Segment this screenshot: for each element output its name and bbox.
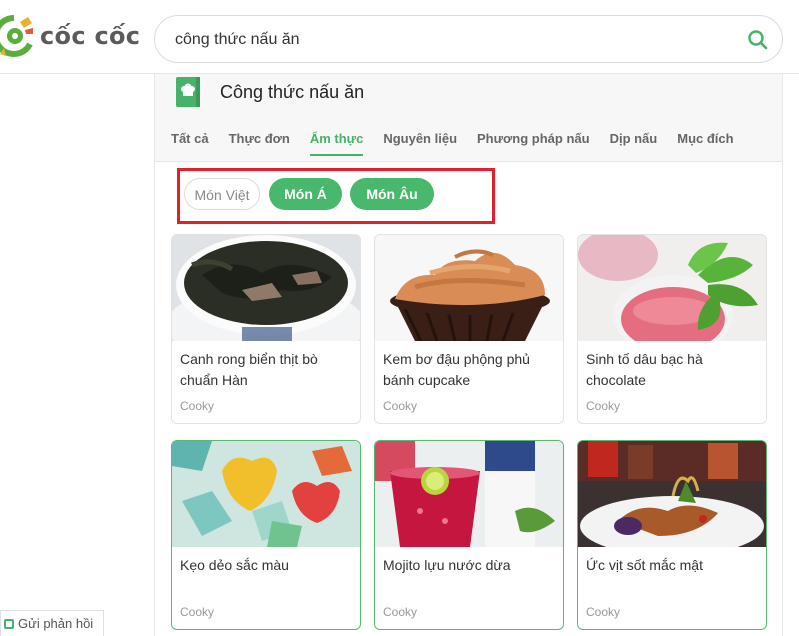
tab-purpose[interactable]: Mục đích xyxy=(677,130,733,156)
recipe-image xyxy=(172,441,360,547)
recipe-title: Sinh tố dâu bạc hà chocolate xyxy=(586,351,703,388)
recipe-title: Kem bơ đậu phộng phủ bánh cupcake xyxy=(383,351,530,388)
recipe-source: Cooky xyxy=(383,399,418,413)
top-bar: cốc cốc xyxy=(0,0,799,74)
panel-header: Công thức nấu ăn Tất cả Thực đơn Ẩm thực… xyxy=(155,74,782,162)
recipe-source: Cooky xyxy=(586,399,621,413)
recipe-image xyxy=(375,441,563,547)
recipe-source: Cooky xyxy=(383,605,418,619)
recipe-source: Cooky xyxy=(586,605,621,619)
chip-vietnamese-food[interactable]: Món Việt xyxy=(184,178,260,210)
recipe-source: Cooky xyxy=(180,605,215,619)
chip-asian-food[interactable]: Món Á xyxy=(269,178,342,210)
chef-hat-book-icon xyxy=(176,77,200,107)
recipe-card[interactable]: Kem bơ đậu phộng phủ bánh cupcake Cooky xyxy=(374,234,564,424)
search-input[interactable] xyxy=(175,28,735,52)
tab-all[interactable]: Tất cả xyxy=(171,130,209,156)
feedback-label: Gửi phản hồi xyxy=(18,615,94,631)
feedback-icon xyxy=(4,618,14,629)
tab-menu[interactable]: Thực đơn xyxy=(229,130,290,156)
recipe-card[interactable]: Kẹo dẻo sắc màu Cooky xyxy=(171,440,361,630)
recipe-image xyxy=(578,441,766,547)
tab-cooking-method[interactable]: Phương pháp nấu xyxy=(477,130,590,156)
recipe-card[interactable]: Canh rong biển thịt bò chuẩn Hàn Cooky xyxy=(171,234,361,424)
recipe-image xyxy=(578,235,766,341)
recipe-image xyxy=(375,235,563,341)
coccoc-logo-icon xyxy=(0,14,33,57)
recipe-card[interactable]: Sinh tố dâu bạc hà chocolate Cooky xyxy=(577,234,767,424)
recipe-card[interactable]: Ức vịt sốt mắc mật Cooky xyxy=(577,440,767,630)
recipe-title: Canh rong biển thịt bò chuẩn Hàn xyxy=(180,351,318,388)
logo-text: cốc cốc xyxy=(40,22,141,50)
search-icon[interactable] xyxy=(746,28,770,52)
tab-ingredients[interactable]: Nguyên liệu xyxy=(383,130,457,156)
recipe-source: Cooky xyxy=(180,399,215,413)
recipe-title: Ức vịt sốt mắc mật xyxy=(586,557,703,573)
recipe-image xyxy=(172,235,360,341)
recipe-title: Kẹo dẻo sắc màu xyxy=(180,557,289,573)
chip-european-food[interactable]: Món Âu xyxy=(350,178,434,210)
panel-title: Công thức nấu ăn xyxy=(220,82,365,102)
recipe-title: Mojito lựu nước dừa xyxy=(383,557,511,573)
feedback-button[interactable]: Gửi phản hồi xyxy=(0,610,104,636)
category-tabs: Tất cả Thực đơn Ẩm thực Nguyên liệu Phươ… xyxy=(171,130,754,156)
search-box xyxy=(154,15,783,63)
coccoc-logo[interactable]: cốc cốc xyxy=(0,14,140,58)
recipe-panel: Công thức nấu ăn Tất cả Thực đơn Ẩm thực… xyxy=(154,74,783,636)
tab-cuisine[interactable]: Ẩm thực xyxy=(309,130,364,156)
recipe-card[interactable]: Mojito lựu nước dừa Cooky xyxy=(374,440,564,630)
tab-occasion[interactable]: Dịp nấu xyxy=(610,130,658,156)
